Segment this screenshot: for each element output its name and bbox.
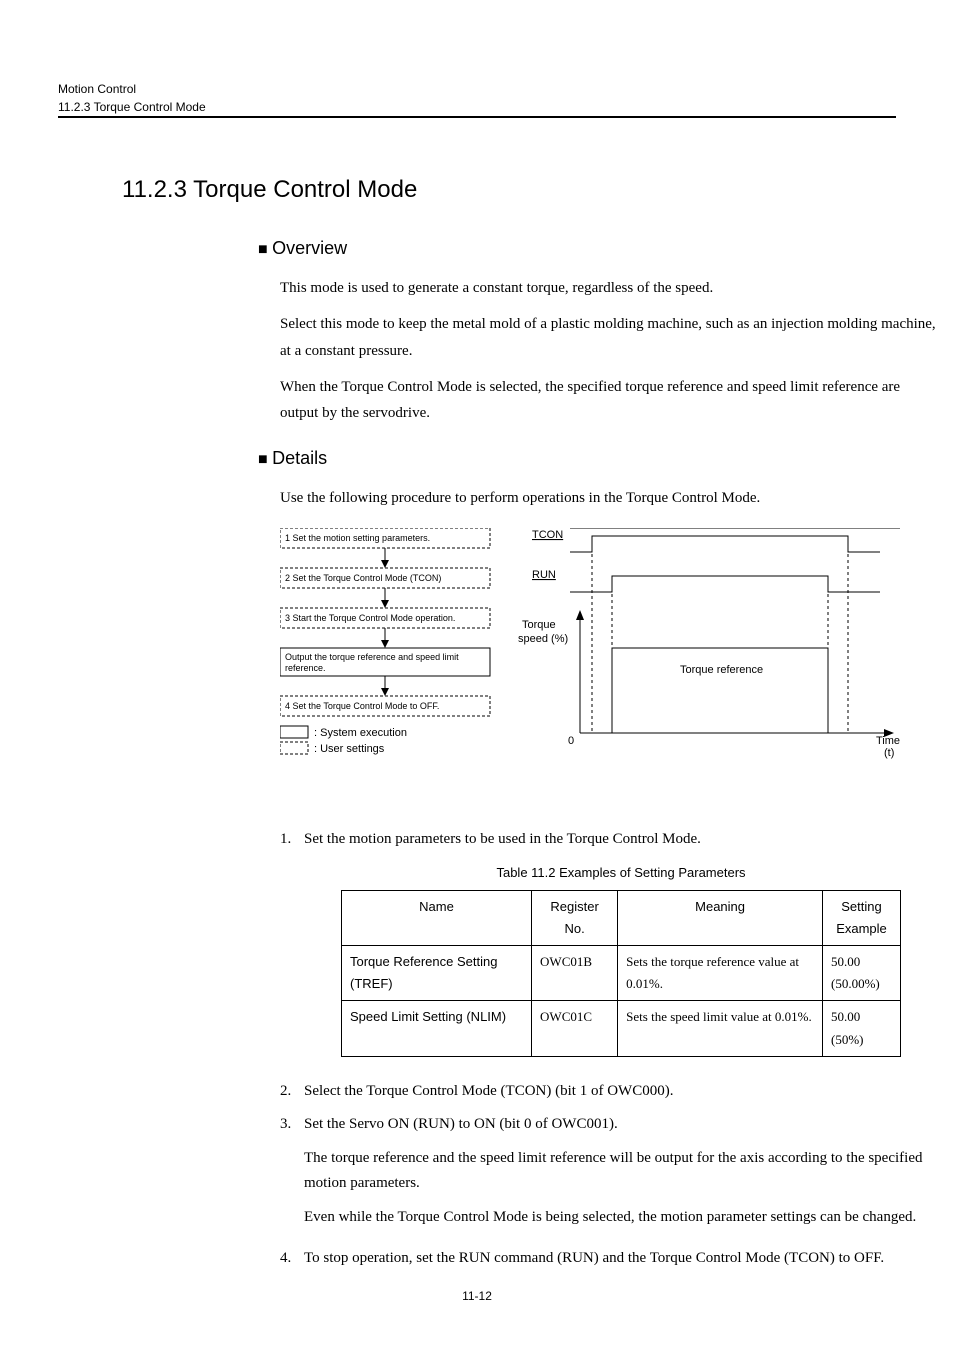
- step-4: 4. To stop operation, set the RUN comman…: [280, 1246, 938, 1272]
- legend-user: : User settings: [314, 743, 385, 755]
- diagram-step4: 4 Set the Torque Control Mode to OFF.: [285, 701, 439, 711]
- ordered-list: 1. Set the motion parameters to be used …: [280, 827, 938, 1272]
- r2-ex: 50.00(50%): [823, 1001, 901, 1056]
- header-section: 11.2.3 Torque Control Mode: [58, 100, 896, 114]
- step-3: 3. Set the Servo ON (RUN) to ON (bit 0 o…: [280, 1112, 938, 1238]
- time-label1: Time: [876, 735, 900, 747]
- th-reg: Register No.: [532, 891, 618, 946]
- params-table: Name Register No. Meaning Setting Exampl…: [341, 890, 901, 1057]
- r2-reg: OWC01C: [532, 1001, 618, 1056]
- th-example: Setting Example: [823, 891, 901, 946]
- overview-p1: This mode is used to generate a constant…: [280, 275, 938, 301]
- diagram-step-output-l2: reference.: [285, 663, 326, 673]
- th-name: Name: [342, 891, 532, 946]
- r2-name: Speed Limit Setting (NLIM): [342, 1001, 532, 1056]
- r1-ex: 50.00(50.00%): [823, 946, 901, 1001]
- procedure-diagram: 1 Set the motion setting parameters. 2 S…: [280, 528, 938, 813]
- overview-p3: When the Torque Control Mode is selected…: [280, 374, 938, 427]
- run-label: RUN: [532, 569, 556, 581]
- time-label2: (t): [884, 747, 894, 759]
- th-meaning: Meaning: [618, 891, 823, 946]
- step-2-text: Select the Torque Control Mode (TCON) (b…: [304, 1079, 938, 1105]
- r2-meaning: Sets the speed limit value at 0.01%.: [618, 1001, 823, 1056]
- section-title: 11.2.3 Torque Control Mode: [122, 176, 896, 204]
- legend-system: : System execution: [314, 727, 407, 739]
- step-4-text: To stop operation, set the RUN command (…: [304, 1246, 938, 1272]
- zero-label: 0: [568, 735, 574, 747]
- overview-p2: Select this mode to keep the metal mold …: [280, 311, 938, 364]
- header-rule: [58, 116, 896, 118]
- tcon-label: TCON: [532, 529, 563, 541]
- table-caption: Table 11.2 Examples of Setting Parameter…: [304, 862, 938, 884]
- header-chapter: Motion Control: [58, 82, 896, 96]
- overview-heading: Overview: [258, 238, 938, 259]
- r1-reg: OWC01B: [532, 946, 618, 1001]
- diagram-step1: 1 Set the motion setting parameters.: [285, 533, 430, 543]
- r1-meaning: Sets the torque reference value at 0.01%…: [618, 946, 823, 1001]
- details-heading: Details: [258, 448, 938, 469]
- torque-ref-annot: Torque reference: [680, 664, 763, 676]
- step-1: 1. Set the motion parameters to be used …: [280, 827, 938, 1071]
- torque-label2: speed (%): [518, 633, 568, 645]
- page-number: 11-12: [0, 1289, 954, 1303]
- step-1-text: Set the motion parameters to be used in …: [304, 831, 701, 847]
- step-3-text: Set the Servo ON (RUN) to ON (bit 0 of O…: [304, 1116, 618, 1132]
- r1-name: Torque Reference Setting (TREF): [342, 946, 532, 1001]
- torque-label1: Torque: [522, 619, 556, 631]
- step-3-p2: Even while the Torque Control Mode is be…: [304, 1205, 938, 1231]
- content: Overview This mode is used to generate a…: [258, 238, 938, 1272]
- details-intro: Use the following procedure to perform o…: [280, 485, 938, 511]
- diagram-step3: 3 Start the Torque Control Mode operatio…: [285, 613, 455, 623]
- step-3-p1: The torque reference and the speed limit…: [304, 1146, 938, 1197]
- table-row: Speed Limit Setting (NLIM) OWC01C Sets t…: [342, 1001, 901, 1056]
- step-2: 2. Select the Torque Control Mode (TCON)…: [280, 1079, 938, 1105]
- diagram-step2: 2 Set the Torque Control Mode (TCON): [285, 573, 441, 583]
- diagram-step-output-l1: Output the torque reference and speed li…: [285, 652, 459, 662]
- table-row: Torque Reference Setting (TREF) OWC01B S…: [342, 946, 901, 1001]
